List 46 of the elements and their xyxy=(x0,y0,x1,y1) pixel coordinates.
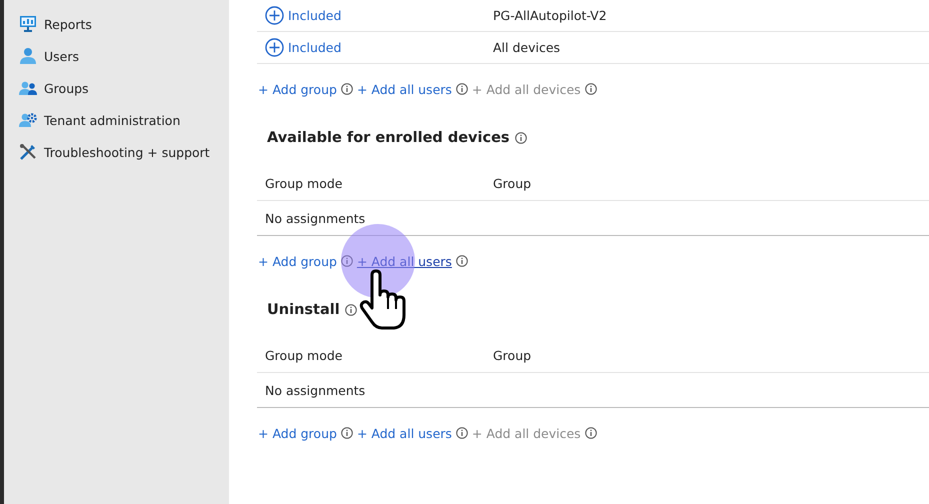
plus-circle-icon xyxy=(265,6,284,25)
info-icon[interactable] xyxy=(456,255,468,267)
add-link[interactable]: + Add all users xyxy=(356,426,452,440)
info-icon[interactable] xyxy=(584,83,597,95)
add-link[interactable]: + Add group xyxy=(258,426,337,440)
info-icon[interactable] xyxy=(344,304,357,316)
info-icon[interactable] xyxy=(584,427,597,439)
add-link[interactable]: + Add all users xyxy=(356,82,452,96)
sidebar-label: Tenant administration xyxy=(44,112,180,128)
group-mode-cell: Included xyxy=(288,8,342,23)
info-icon[interactable] xyxy=(514,132,527,144)
section-title: Available for enrolled devices xyxy=(267,130,510,146)
column-header: Group mode xyxy=(264,176,344,190)
user-icon xyxy=(19,47,37,65)
info-icon[interactable] xyxy=(340,427,353,439)
sidebar-label: Troubleshooting + support xyxy=(44,144,210,160)
add-link[interactable]: + Add group xyxy=(258,82,337,96)
column-header: Group mode xyxy=(264,348,344,362)
group-mode-cell: Included xyxy=(288,40,342,55)
sidebar-label: Groups xyxy=(44,80,89,96)
plus-circle-icon xyxy=(265,38,284,57)
add-link[interactable]: + Add group xyxy=(258,254,337,268)
sidebar-item[interactable]: Troubleshooting + support xyxy=(4,136,229,168)
sidebar-item[interactable]: Users xyxy=(4,40,229,72)
wrench-screwdriver-icon xyxy=(19,143,37,161)
empty-message: No assignments xyxy=(265,210,366,226)
sidebar-item[interactable]: Tenant administration xyxy=(4,104,229,136)
column-header: Group xyxy=(493,176,532,190)
column-header: Group xyxy=(493,348,532,362)
info-icon[interactable] xyxy=(340,255,353,267)
group-cell: PG-AllAutopilot-V2 xyxy=(493,8,607,23)
info-icon[interactable] xyxy=(340,83,353,95)
section-title: Uninstall xyxy=(267,302,340,318)
sidebar-label: Users xyxy=(44,48,80,64)
sidebar-label: Reports xyxy=(44,16,92,32)
empty-message: No assignments xyxy=(265,382,366,398)
sidebar-item[interactable]: Reports xyxy=(4,8,229,40)
user-gear-icon xyxy=(19,111,37,129)
hand-cursor-icon xyxy=(358,268,408,330)
monitor-chart-icon xyxy=(19,15,37,33)
add-link[interactable]: + Add all users xyxy=(356,254,452,268)
users-icon xyxy=(19,79,37,97)
sidebar-item[interactable]: Groups xyxy=(4,72,229,104)
info-icon[interactable] xyxy=(456,83,468,95)
info-icon[interactable] xyxy=(456,427,468,439)
group-cell: All devices xyxy=(493,40,560,55)
